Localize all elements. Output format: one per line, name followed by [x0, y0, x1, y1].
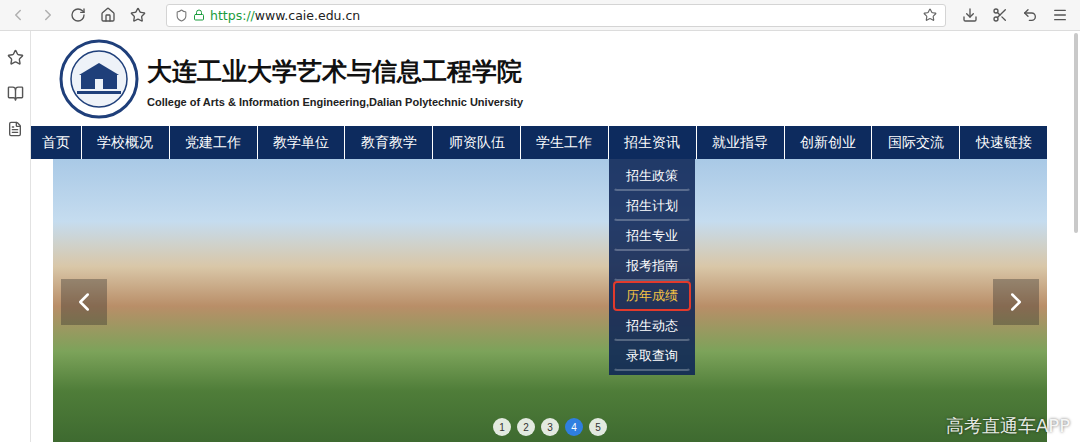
favorite-star-icon[interactable] — [923, 8, 937, 22]
chevron-left-icon — [69, 287, 99, 317]
page-dot[interactable]: 4 — [565, 418, 583, 436]
next-slide-button[interactable] — [993, 279, 1039, 325]
menu-icon — [1052, 7, 1068, 23]
campus-photo: 12345 — [53, 159, 1047, 442]
forward-icon — [39, 6, 57, 24]
back-icon — [9, 6, 27, 24]
download-icon — [962, 7, 978, 23]
bookmark-button[interactable] — [126, 3, 150, 27]
nav-item[interactable]: 快速链接 — [959, 126, 1047, 159]
browser-body: 大连工业大学艺术与信息工程学院 College of Arts & Informa… — [0, 31, 1080, 442]
browser-toolbar: https://www.caie.edu.cn — [0, 0, 1080, 31]
favorites-button[interactable] — [3, 45, 27, 69]
browser-window: https://www.caie.edu.cn 大连工业大学艺术与信息工程学院 Co… — [0, 0, 1080, 442]
main-nav: 首页学校概况党建工作教学单位教育教学师资队伍学生工作招生资讯招生政策招生计划招生… — [31, 126, 1047, 159]
reload-icon — [70, 7, 86, 23]
dropdown-item[interactable]: 历年成绩 — [613, 281, 691, 311]
chevron-right-icon — [1001, 287, 1031, 317]
home-button[interactable] — [96, 3, 120, 27]
reading-button[interactable] — [3, 81, 27, 105]
site-header: 大连工业大学艺术与信息工程学院 College of Arts & Informa… — [31, 31, 1047, 126]
url-text: https://www.caie.edu.cn — [210, 8, 918, 23]
nav-item[interactable]: 首页 — [31, 126, 81, 159]
dropdown-item[interactable]: 招生专业 — [613, 221, 691, 251]
screenshot-button[interactable] — [988, 3, 1012, 27]
document-icon — [7, 121, 23, 137]
site-title-block: 大连工业大学艺术与信息工程学院 College of Arts & Informa… — [147, 49, 523, 108]
menu-button[interactable] — [1048, 3, 1072, 27]
site-title: 大连工业大学艺术与信息工程学院 — [147, 55, 523, 88]
carousel-pagination: 12345 — [493, 418, 607, 436]
nav-item[interactable]: 创新创业 — [784, 126, 872, 159]
dropdown-item[interactable]: 招生计划 — [613, 191, 691, 221]
scrollbar-thumb[interactable] — [1074, 33, 1078, 233]
undo-icon — [1022, 7, 1038, 23]
college-logo-icon — [59, 39, 139, 119]
watermark: 高考直通车APP — [946, 414, 1070, 438]
nav-item[interactable]: 就业指导 — [696, 126, 784, 159]
prev-slide-button[interactable] — [61, 279, 107, 325]
star-icon — [7, 49, 24, 66]
dropdown-item[interactable]: 招生动态 — [613, 311, 691, 341]
forward-button[interactable] — [36, 3, 60, 27]
page-dot[interactable]: 3 — [541, 418, 559, 436]
dropdown-item[interactable]: 录取查询 — [613, 341, 691, 371]
home-icon — [100, 7, 116, 23]
nav-item[interactable]: 学校概况 — [81, 126, 169, 159]
page-dot[interactable]: 5 — [589, 418, 607, 436]
address-bar[interactable]: https://www.caie.edu.cn — [166, 4, 946, 27]
nav-item[interactable]: 学生工作 — [520, 126, 608, 159]
download-button[interactable] — [958, 3, 982, 27]
nav-item[interactable]: 师资队伍 — [432, 126, 520, 159]
notes-button[interactable] — [3, 117, 27, 141]
nav-item[interactable]: 招生资讯招生政策招生计划招生专业报考指南历年成绩招生动态录取查询 — [608, 126, 696, 159]
nav-item[interactable]: 党建工作 — [169, 126, 257, 159]
dropdown-item[interactable]: 招生政策 — [613, 161, 691, 191]
page-dot[interactable]: 1 — [493, 418, 511, 436]
dropdown-item[interactable]: 报考指南 — [613, 251, 691, 281]
nav-item[interactable]: 国际交流 — [871, 126, 959, 159]
book-icon — [7, 85, 24, 102]
banner-row: 12345 — [31, 159, 1047, 442]
site-subtitle: College of Arts & Information Engineerin… — [147, 96, 523, 108]
web-page: 大连工业大学艺术与信息工程学院 College of Arts & Informa… — [31, 31, 1047, 442]
back-button[interactable] — [6, 3, 30, 27]
lock-icon — [193, 9, 205, 21]
scrollbar — [1047, 31, 1080, 442]
star-icon — [130, 7, 146, 23]
reload-button[interactable] — [66, 3, 90, 27]
nav-item[interactable]: 教育教学 — [344, 126, 432, 159]
browser-sidebar — [0, 31, 31, 442]
shield-icon — [175, 9, 188, 22]
nav-item[interactable]: 教学单位 — [257, 126, 345, 159]
nav-dropdown: 招生政策招生计划招生专业报考指南历年成绩招生动态录取查询 — [609, 159, 695, 375]
page-dot[interactable]: 2 — [517, 418, 535, 436]
scissors-icon — [992, 7, 1008, 23]
undo-button[interactable] — [1018, 3, 1042, 27]
